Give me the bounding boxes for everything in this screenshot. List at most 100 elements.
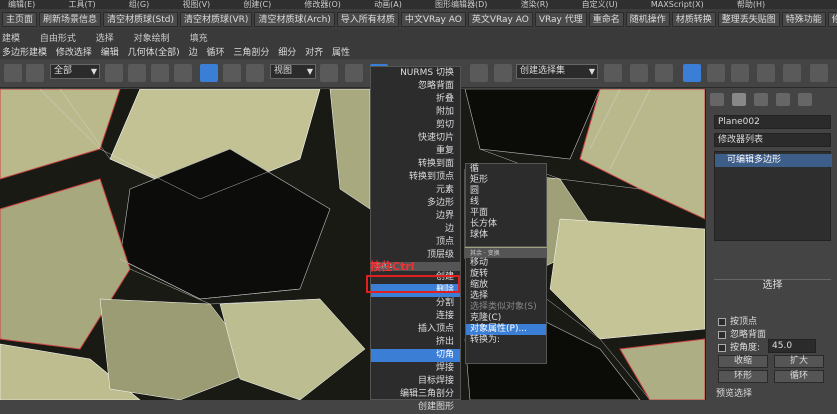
magnet-icon[interactable] <box>470 64 488 82</box>
link-icon[interactable] <box>26 64 44 82</box>
quad-item-circle[interactable]: 圆 <box>466 186 546 197</box>
quad-item-attach[interactable]: 附加 <box>371 106 460 119</box>
modify-tab-icon[interactable] <box>732 93 746 106</box>
ribbon-align[interactable]: 对齐 <box>305 48 323 58</box>
quad-item-convert-to-vertex[interactable]: 转换到顶点 <box>371 171 460 184</box>
viewport[interactable] <box>0 89 705 400</box>
select-object-icon[interactable] <box>105 64 123 82</box>
layer-icon[interactable] <box>655 64 673 82</box>
ribbon-loops[interactable]: 循环 <box>206 48 224 58</box>
ribbon-properties[interactable]: 属性 <box>332 48 350 58</box>
ribbon-tab-populate[interactable]: 填充 <box>190 34 208 44</box>
ribbon-tab-selection[interactable]: 选择 <box>96 34 114 44</box>
ref-coord-dropdown[interactable]: 视图 ▼ <box>270 64 316 79</box>
quad-item-rectangle[interactable]: 矩形 <box>466 175 546 186</box>
quad-item-chamfer[interactable]: 切角 <box>371 349 460 362</box>
menu-item-modifiers[interactable]: 修改器(O) <box>304 1 341 9</box>
menu-item-create[interactable]: 创建(C) <box>243 1 271 9</box>
quad-item-ignore-backface[interactable]: 忽略背面 <box>371 80 460 93</box>
quad-item-target-weld[interactable]: 目标焊接 <box>371 375 460 388</box>
quad-item-object-properties[interactable]: 对象属性(P)... <box>466 324 546 335</box>
script-button-import-materials[interactable]: 导入所有材质 <box>336 11 399 27</box>
mirror-icon[interactable] <box>604 64 622 82</box>
quad-item-line[interactable]: 线 <box>466 197 546 208</box>
quad-item-rotate[interactable]: 旋转 <box>466 269 546 280</box>
quad-item-clone[interactable]: 克隆(C) <box>466 313 546 324</box>
quad-item-move[interactable]: 移动 <box>466 258 546 269</box>
render-icon[interactable] <box>810 64 828 82</box>
script-button-random[interactable]: 随机操作 <box>625 11 670 27</box>
menu-item-group[interactable]: 组(G) <box>129 1 149 9</box>
select-by-name-icon[interactable] <box>128 64 146 82</box>
quad-item-quickslice[interactable]: 快速切片 <box>371 132 460 145</box>
scale-icon[interactable] <box>246 64 264 82</box>
ribbon-edit[interactable]: 编辑 <box>101 48 119 58</box>
shrink-button[interactable]: 收缩 <box>718 355 768 368</box>
quad-item-polygon[interactable]: 多边形 <box>371 197 460 210</box>
quad-item-edge[interactable]: 边 <box>371 223 460 236</box>
script-button-refresh[interactable]: 刷新场景信息 <box>39 11 102 27</box>
menu-item-animation[interactable]: 动画(A) <box>374 1 402 9</box>
create-tab-icon[interactable] <box>710 93 724 106</box>
quad-item-insert-vertex[interactable]: 插入顶点 <box>371 323 460 336</box>
quad-item-nurms[interactable]: NURMS 切换 <box>371 67 460 80</box>
render-setup-icon[interactable] <box>783 64 801 82</box>
menu-item-maxscript[interactable]: MAXScript(X) <box>651 1 704 9</box>
quad-item-convert-to-face[interactable]: 转换到面 <box>371 158 460 171</box>
quad-item-scale[interactable]: 缩放 <box>466 280 546 291</box>
script-button-vray-ao-cn[interactable]: 中文VRay AO <box>400 11 466 27</box>
quad-item-select[interactable]: 选择 <box>466 291 546 302</box>
script-button-material-convert[interactable]: 材质转换 <box>671 11 716 27</box>
rect-selection-icon[interactable] <box>151 64 169 82</box>
script-button-special[interactable]: 特殊功能 <box>781 11 826 27</box>
quad-item-extrude[interactable]: 挤出 <box>371 336 460 349</box>
menu-item-graph-editors[interactable]: 图形编辑器(D) <box>435 1 487 9</box>
script-button-modify-vraym[interactable]: 修改所有VRayM <box>827 11 837 27</box>
by-angle-checkbox[interactable]: 按角度: <box>718 340 760 353</box>
quad-item-cycle[interactable]: 循 <box>466 164 546 175</box>
script-button-clear-std[interactable]: 清空材质球(Std) <box>103 11 179 27</box>
quad-item-collapse[interactable]: 折叠 <box>371 93 460 106</box>
quad-item-convert-to[interactable]: 转换为: <box>466 335 546 346</box>
named-selection-dropdown[interactable]: 创建选择集 ▼ <box>516 64 598 79</box>
quad-item-weld[interactable]: 焊接 <box>371 362 460 375</box>
selection-filter-dropdown[interactable]: 全部 ▼ <box>50 64 100 79</box>
quad-item-select-similar[interactable]: 选择类似对象(S) <box>466 302 546 313</box>
quad-item-element[interactable]: 元素 <box>371 184 460 197</box>
object-name-field[interactable]: Plane002 <box>714 115 831 129</box>
quad-item-sphere[interactable]: 球体 <box>466 230 546 241</box>
menu-item-help[interactable]: 帮助(H) <box>737 1 765 9</box>
menu-item-rendering[interactable]: 渲染(R) <box>521 1 549 9</box>
material-editor-icon[interactable] <box>757 64 775 82</box>
quad-item-connect[interactable]: 连接 <box>371 310 460 323</box>
ribbon-tab-freeform[interactable]: 自由形式 <box>40 34 76 44</box>
quad-item-create-shape[interactable]: 创建图形 <box>371 401 460 414</box>
hierarchy-tab-icon[interactable] <box>754 93 768 106</box>
grow-button[interactable]: 扩大 <box>774 355 824 368</box>
menu-item-edit[interactable]: 编辑(E) <box>8 1 35 9</box>
script-button-clear-vr[interactable]: 清空材质球(VR) <box>180 11 253 27</box>
ribbon-subdivision[interactable]: 细分 <box>278 48 296 58</box>
window-crossing-icon[interactable] <box>174 64 192 82</box>
ignore-backfacing-checkbox[interactable]: 忽略背面 <box>718 327 766 340</box>
select-manipulate-icon[interactable] <box>345 64 363 82</box>
script-button-home[interactable]: 主页面 <box>2 11 38 27</box>
modifier-list-dropdown[interactable]: 修改器列表 <box>714 133 831 147</box>
menu-item-tools[interactable]: 工具(T) <box>68 1 95 9</box>
schematic-view-icon[interactable] <box>731 64 749 82</box>
curve-editor-icon[interactable] <box>707 64 725 82</box>
quad-item-repeat[interactable]: 重复 <box>371 145 460 158</box>
ribbon-tab-modeling[interactable]: 建模 <box>2 34 20 44</box>
rotate-icon[interactable] <box>223 64 241 82</box>
selection-rollout-title[interactable]: 选择 <box>714 279 831 291</box>
undo-icon[interactable] <box>4 64 22 82</box>
loop-button[interactable]: 循环 <box>774 370 824 383</box>
pivot-icon[interactable] <box>320 64 338 82</box>
menu-item-customize[interactable]: 自定义(U) <box>582 1 618 9</box>
quad-item-edit-triangulation[interactable]: 编辑三角剖分 <box>371 388 460 401</box>
script-button-clear-arch[interactable]: 清空材质球(Arch) <box>254 11 335 27</box>
display-tab-icon[interactable] <box>798 93 812 106</box>
script-button-vray-proxy[interactable]: VRay 代理 <box>534 11 587 27</box>
motion-tab-icon[interactable] <box>776 93 790 106</box>
edit-named-sel-icon[interactable] <box>494 64 512 82</box>
